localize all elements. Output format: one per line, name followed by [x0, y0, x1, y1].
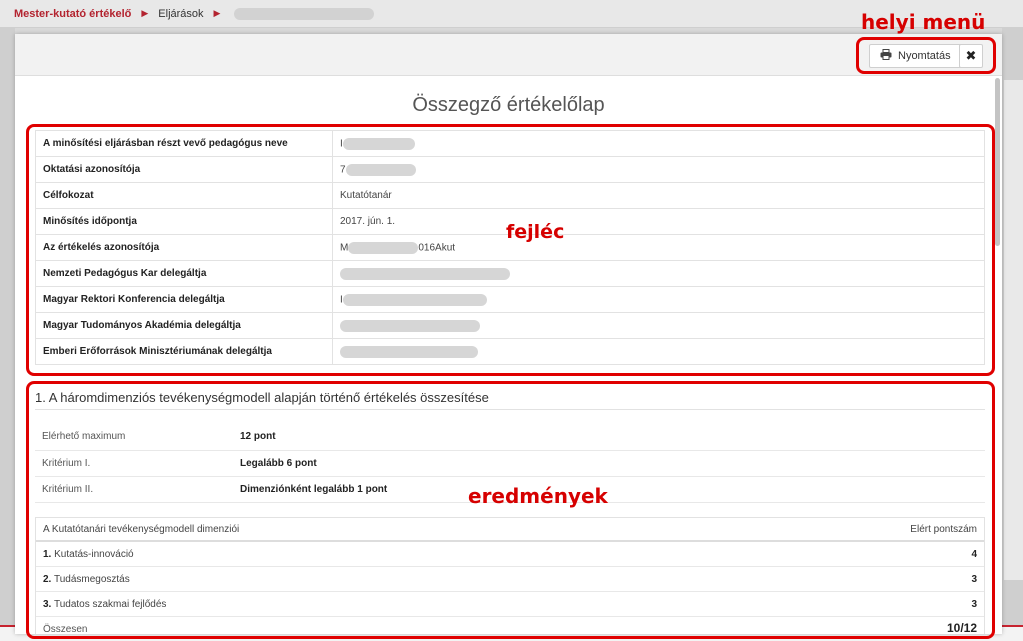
- annotation-results-box: [26, 381, 995, 639]
- annotation-header-box: [26, 124, 995, 376]
- page-background-panel: [1004, 80, 1023, 580]
- breadcrumb-root-link[interactable]: Mester-kutató értékelő: [14, 8, 131, 20]
- page-title: Összegző értékelőlap: [412, 94, 605, 116]
- annotation-menu-box: [856, 37, 996, 74]
- breadcrumb-item-procedures[interactable]: Eljárások: [158, 8, 203, 20]
- breadcrumb-current-redacted: [234, 7, 375, 20]
- annotation-menu-label: helyi menü: [861, 10, 986, 34]
- page-background-left: [0, 28, 15, 625]
- annotation-header-label: fejléc: [506, 221, 565, 243]
- modal-toolbar: Nyomtatás ✖: [15, 34, 1002, 76]
- annotation-results-label: eredmények: [468, 484, 608, 508]
- chevron-right-icon: ▶: [213, 8, 221, 18]
- chevron-right-icon: ▶: [141, 8, 149, 18]
